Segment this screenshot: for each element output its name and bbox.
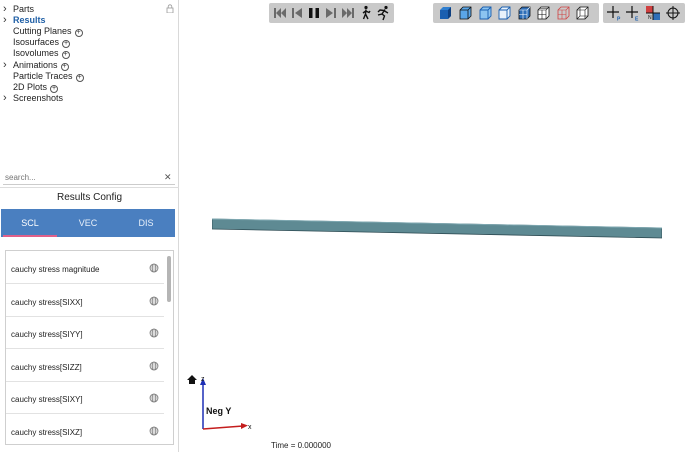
- pick-center-icon[interactable]: [665, 5, 681, 21]
- result-variable-label: cauchy stress[SIXX]: [11, 297, 83, 307]
- home-view-icon[interactable]: [187, 375, 197, 384]
- search-clear-icon[interactable]: ✕: [164, 172, 172, 183]
- mesh-cube-icon[interactable]: [516, 5, 532, 21]
- result-variable-item[interactable]: cauchy stress[SIXZ]: [6, 414, 164, 445]
- shaded-edges-cube-icon[interactable]: [457, 5, 473, 21]
- add-icon[interactable]: +: [75, 73, 84, 82]
- results-config-title: Results Config: [56, 192, 123, 203]
- tree-item-label: Screenshots: [13, 92, 64, 103]
- search-input[interactable]: [3, 171, 175, 185]
- svg-text:E: E: [635, 17, 639, 22]
- add-icon[interactable]: +: [60, 62, 69, 71]
- result-variable-label: cauchy stress magnitude: [11, 265, 100, 274]
- globe-icon[interactable]: [149, 361, 159, 371]
- globe-icon[interactable]: [149, 393, 159, 403]
- tree-item-label: Particle Traces +: [13, 71, 84, 82]
- tree-item-label: Isosurfaces +: [13, 37, 71, 49]
- tab-dis[interactable]: DIS: [117, 209, 175, 237]
- tab-scl[interactable]: SCL: [1, 209, 59, 237]
- tree-item-label: 2D Plots +: [13, 81, 59, 93]
- time-label: Time = 0.000000: [271, 441, 331, 450]
- axis-x-label: x: [248, 424, 252, 431]
- last-frame-icon[interactable]: [340, 5, 356, 21]
- globe-icon[interactable]: [149, 296, 159, 306]
- results-config-tabs: SCL VEC DIS: [1, 209, 175, 237]
- add-icon[interactable]: +: [50, 84, 59, 93]
- tree-item-text: Isosurfaces: [13, 37, 60, 48]
- tab-vec[interactable]: VEC: [59, 209, 117, 237]
- tree-item[interactable]: Isovolumes +: [0, 48, 160, 60]
- model-tree: › Parts › Results Cutting Planes + Isosurfaces…: [0, 4, 179, 114]
- tree-item-text: Cutting Planes: [13, 26, 72, 37]
- probe-toolbar: P E N: [603, 3, 685, 23]
- tree-item-label: Results: [13, 15, 46, 26]
- previous-frame-icon[interactable]: [289, 5, 305, 21]
- tree-item[interactable]: 2D Plots +: [0, 82, 160, 93]
- expand-caret-icon[interactable]: ›: [3, 15, 9, 26]
- result-variable-item[interactable]: cauchy stress[SIXX]: [6, 284, 164, 317]
- pause-icon[interactable]: [306, 5, 322, 21]
- list-scrollbar[interactable]: [167, 256, 171, 302]
- tree-item[interactable]: Cutting Planes +: [0, 26, 160, 38]
- expand-caret-icon[interactable]: ›: [3, 4, 9, 15]
- tree-item-label: Isovolumes +: [13, 48, 70, 60]
- globe-icon[interactable]: [149, 263, 159, 273]
- tree-item[interactable]: Isosurfaces +: [0, 37, 160, 49]
- result-variable-item[interactable]: cauchy stress magnitude: [6, 251, 164, 284]
- hidden-line-cube-icon[interactable]: [496, 5, 512, 21]
- globe-icon[interactable]: [149, 426, 159, 436]
- axis-z-label: z: [201, 376, 205, 383]
- mesh-outline-cube-icon[interactable]: [535, 5, 551, 21]
- outline-cube-icon[interactable]: [477, 5, 493, 21]
- result-variable-label: cauchy stress[SIXZ]: [11, 427, 83, 437]
- shaded-cube-icon[interactable]: [437, 5, 453, 21]
- add-icon[interactable]: +: [74, 29, 83, 38]
- globe-icon[interactable]: [149, 328, 159, 338]
- tree-item[interactable]: Particle Traces +: [0, 71, 160, 82]
- tree-item[interactable]: › Results: [0, 15, 160, 26]
- tree-item[interactable]: › Parts: [0, 4, 160, 15]
- tree-item[interactable]: › Screenshots: [0, 92, 160, 104]
- result-variable-label: cauchy stress[SIXY]: [11, 395, 83, 404]
- svg-text:P: P: [617, 17, 621, 22]
- first-frame-icon[interactable]: [272, 5, 288, 21]
- expand-caret-icon[interactable]: ›: [3, 92, 9, 103]
- display-toolbar: [433, 3, 599, 23]
- transparent-cube-icon[interactable]: [574, 5, 590, 21]
- playback-toolbar: [269, 3, 394, 23]
- result-variable-label: cauchy stress[SIZZ]: [11, 362, 82, 372]
- tree-item-text: Isovolumes: [13, 48, 59, 59]
- beam-model[interactable]: [212, 218, 662, 240]
- run-icon[interactable]: [375, 5, 391, 21]
- wireframe-cube-icon[interactable]: [555, 5, 571, 21]
- left-panel: › Parts › Results Cutting Planes + Isosurfaces…: [0, 0, 179, 452]
- axis-triad: z x: [187, 375, 252, 431]
- tree-item-label: Cutting Planes +: [13, 26, 83, 38]
- lock-icon[interactable]: [166, 4, 174, 13]
- tree-item-label: Animations +: [13, 60, 69, 71]
- next-frame-icon[interactable]: [323, 5, 339, 21]
- tree-item-text: Animations: [13, 59, 58, 70]
- probe-element-icon[interactable]: E: [625, 5, 641, 21]
- add-icon[interactable]: +: [61, 51, 70, 60]
- app: › Parts › Results Cutting Planes + Isosurfaces…: [0, 0, 690, 452]
- view-direction-label: Neg Y: [206, 406, 232, 416]
- add-icon[interactable]: +: [62, 40, 71, 49]
- result-variable-item[interactable]: cauchy stress[SIYY]: [6, 316, 164, 349]
- expand-caret-icon[interactable]: ›: [3, 59, 9, 70]
- tree-item-label: Parts: [13, 4, 35, 14]
- result-variable-item[interactable]: cauchy stress[SIXY]: [6, 381, 164, 414]
- probe-point-icon[interactable]: P: [606, 5, 622, 21]
- tree-item-text: Particle Traces: [13, 70, 73, 81]
- tree-item-text: 2D Plots: [13, 81, 48, 92]
- probe-node-icon[interactable]: N: [645, 5, 661, 21]
- walk-icon[interactable]: [358, 5, 374, 21]
- panel-divider: [0, 187, 179, 188]
- result-variable-label: cauchy stress[SIYY]: [11, 330, 83, 339]
- svg-text:N: N: [648, 15, 652, 21]
- result-variable-item[interactable]: cauchy stress[SIZZ]: [6, 349, 164, 382]
- tree-item[interactable]: › Animations +: [0, 59, 160, 71]
- result-variable-list: cauchy stress magnitude cauchy stress[SIX…: [5, 250, 174, 445]
